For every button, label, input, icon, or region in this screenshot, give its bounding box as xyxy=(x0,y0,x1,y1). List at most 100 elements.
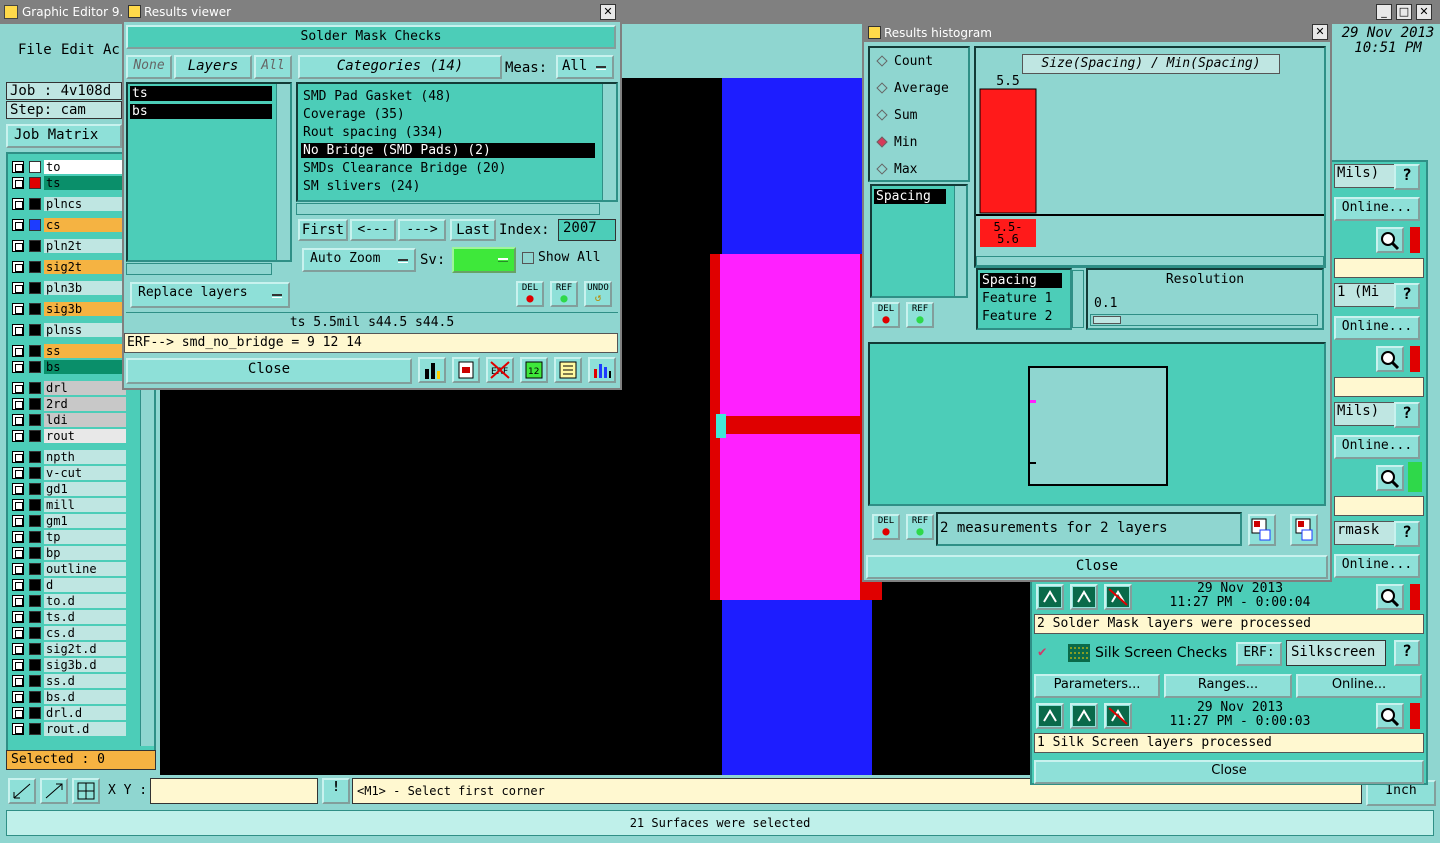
hist-close-button[interactable]: Close xyxy=(866,555,1328,579)
rv-undo-icon[interactable]: UNDO ↺ xyxy=(584,281,612,307)
numbering-icon[interactable]: 12 xyxy=(520,357,548,383)
layer-name[interactable]: ss xyxy=(44,344,126,358)
hist-resolution-slider[interactable] xyxy=(1090,314,1318,326)
hist-chart-hscroll[interactable] xyxy=(976,256,1324,266)
layer-checkbox[interactable] xyxy=(12,451,24,463)
layer-row[interactable]: sig3b.d xyxy=(12,658,126,672)
hist-field-list[interactable]: Spacing xyxy=(870,184,968,298)
layer-checkbox[interactable] xyxy=(12,261,24,273)
radio-diamond-icon[interactable] xyxy=(876,163,888,175)
layer-name[interactable]: cs.d xyxy=(44,626,126,640)
layer-checkbox[interactable] xyxy=(12,414,24,426)
rv-prev-button[interactable]: <--- xyxy=(350,219,396,241)
hist-bar[interactable] xyxy=(979,88,1037,214)
silk-run-icon-b[interactable] xyxy=(1070,703,1098,729)
layer-checkbox[interactable] xyxy=(12,515,24,527)
rv-sv-color-select[interactable] xyxy=(452,247,516,273)
layer-color-swatch[interactable] xyxy=(29,219,41,231)
layer-color-swatch[interactable] xyxy=(29,563,41,575)
rv-last-button[interactable]: Last xyxy=(450,219,496,241)
rv-layers-button[interactable]: Layers xyxy=(174,55,252,79)
layer-color-swatch[interactable] xyxy=(29,161,41,173)
layer-checkbox[interactable] xyxy=(12,563,24,575)
layer-name[interactable]: sig2t xyxy=(44,260,126,274)
hist-ref-icon[interactable]: REF ● xyxy=(906,302,934,328)
layer-name[interactable]: bs.d xyxy=(44,690,126,704)
rv-replace-layers-select[interactable]: Replace layers xyxy=(130,282,290,308)
layer-color-swatch[interactable] xyxy=(29,198,41,210)
layer-color-swatch[interactable] xyxy=(29,303,41,315)
layer-checkbox[interactable] xyxy=(12,531,24,543)
layer-name[interactable]: pln3b xyxy=(44,281,126,295)
layer-checkbox[interactable] xyxy=(12,595,24,607)
category-item[interactable]: SMDs Clearance Bridge (20) xyxy=(301,161,595,176)
rv-del-icon[interactable]: DEL ● xyxy=(516,281,544,307)
layer-color-swatch[interactable] xyxy=(29,398,41,410)
layer-name[interactable]: gm1 xyxy=(44,514,126,528)
hist-radio-max[interactable]: Max xyxy=(876,162,917,177)
layer-color-swatch[interactable] xyxy=(29,675,41,687)
run-icon-c[interactable] xyxy=(1104,584,1132,610)
rv-layer-scrollbar[interactable] xyxy=(276,84,290,260)
layer-row[interactable]: to.d xyxy=(12,594,126,608)
rv-show-all-checkbox[interactable] xyxy=(522,252,534,264)
radio-diamond-icon[interactable] xyxy=(876,109,888,121)
help-button-3[interactable]: ? xyxy=(1394,402,1420,428)
rv-category-hscroll[interactable] xyxy=(296,203,600,215)
layer-name[interactable]: plnss xyxy=(44,323,126,337)
layer-name[interactable]: ss.d xyxy=(44,674,126,688)
layer-row[interactable]: ts xyxy=(12,176,126,190)
layer-color-swatch[interactable] xyxy=(29,451,41,463)
layer-name[interactable]: ts.d xyxy=(44,610,126,624)
layer-color-swatch[interactable] xyxy=(29,282,41,294)
layer-name[interactable]: rout.d xyxy=(44,722,126,736)
layer-name[interactable]: sig3b xyxy=(44,302,126,316)
layer-row[interactable]: sig3b xyxy=(12,302,126,316)
menu-edit[interactable]: Edit xyxy=(61,42,95,58)
magnify-icon-3[interactable] xyxy=(1376,465,1404,491)
rv-category-scrollbar[interactable] xyxy=(602,84,616,200)
maximize-button[interactable]: □ xyxy=(1396,4,1412,20)
exclamation-icon[interactable]: ! xyxy=(322,778,350,804)
layer-color-swatch[interactable] xyxy=(29,382,41,394)
layer-row[interactable]: to xyxy=(12,160,126,174)
layer-name[interactable]: bp xyxy=(44,546,126,560)
layer-name[interactable]: mill xyxy=(44,498,126,512)
layer-color-swatch[interactable] xyxy=(29,611,41,623)
zoom-fit-icon[interactable] xyxy=(8,778,36,804)
layer-color-swatch[interactable] xyxy=(29,643,41,655)
layer-row[interactable]: cs.d xyxy=(12,626,126,640)
layer-checkbox[interactable] xyxy=(12,707,24,719)
layer-name[interactable]: drl.d xyxy=(44,706,126,720)
layer-checkbox[interactable] xyxy=(12,659,24,671)
layer-checkbox[interactable] xyxy=(12,627,24,639)
layer-row[interactable]: outline xyxy=(12,562,126,576)
checklist-close-button[interactable]: Close xyxy=(1034,760,1424,784)
hist-close-x-button[interactable]: ✕ xyxy=(1312,24,1328,40)
hist-radio-min[interactable]: Min xyxy=(876,135,917,150)
check-row-3-online[interactable]: Online... xyxy=(1334,435,1420,459)
layer-name[interactable]: to xyxy=(44,160,126,174)
magnify-icon-4[interactable] xyxy=(1376,584,1404,610)
category-item[interactable]: Coverage (35) xyxy=(301,107,595,122)
layer-checkbox[interactable] xyxy=(12,611,24,623)
hist-field-scrollbar[interactable] xyxy=(954,186,966,296)
layer-name[interactable]: bs xyxy=(44,360,126,374)
check-row-4-online[interactable]: Online... xyxy=(1334,554,1420,578)
layer-checkbox[interactable] xyxy=(12,483,24,495)
zoom-area-icon[interactable] xyxy=(40,778,68,804)
layer-checkbox[interactable] xyxy=(12,219,24,231)
layer-row[interactable]: gm1 xyxy=(12,514,126,528)
hist-radio-average[interactable]: Average xyxy=(876,81,949,96)
layer-name[interactable]: outline xyxy=(44,562,126,576)
layer-name[interactable]: cs xyxy=(44,218,126,232)
layer-row[interactable]: bs.d xyxy=(12,690,126,704)
layer-checkbox[interactable] xyxy=(12,177,24,189)
layer-color-swatch[interactable] xyxy=(29,691,41,703)
layer-color-swatch[interactable] xyxy=(29,595,41,607)
layer-color-swatch[interactable] xyxy=(29,324,41,336)
hist-column-0[interactable]: Spacing xyxy=(980,273,1062,288)
layer-row[interactable]: gd1 xyxy=(12,482,126,496)
rv-auto-zoom-select[interactable]: Auto Zoom xyxy=(302,248,416,272)
category-item[interactable]: Rout spacing (334) xyxy=(301,125,595,140)
